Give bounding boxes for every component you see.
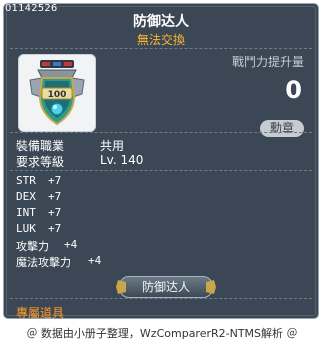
set-name-label: 防御达人 bbox=[141, 280, 190, 294]
divider bbox=[10, 170, 312, 171]
wing-ornament-icon bbox=[206, 280, 216, 294]
requirement-value: Lv. 140 bbox=[100, 153, 144, 167]
source-footer: ＠ 数据由小册子整理，WzComparerR2-NTMS解析 ＠ bbox=[26, 327, 298, 340]
requirement-label: 要求等級 bbox=[16, 155, 65, 169]
stat-value: +7 bbox=[48, 222, 62, 235]
divider bbox=[10, 298, 312, 299]
divider bbox=[10, 48, 312, 49]
item-name: 防御达人 bbox=[133, 14, 189, 30]
wing-ornament-icon bbox=[116, 280, 126, 294]
stat-value: +4 bbox=[88, 254, 102, 267]
medal-badge: 勳章 bbox=[260, 120, 304, 137]
stat-label: INT bbox=[16, 206, 36, 219]
stat-value: +4 bbox=[64, 238, 78, 251]
item-icon-frame: 100 bbox=[18, 54, 96, 132]
combat-power-value: 0 bbox=[285, 76, 302, 104]
defense-medal-icon: 100 bbox=[29, 60, 85, 126]
stat-label: DEX bbox=[16, 190, 36, 203]
requirement-label: 裝備職業 bbox=[16, 139, 65, 153]
trade-status: 無法交換 bbox=[136, 33, 185, 47]
divider bbox=[10, 132, 312, 133]
stat-label: 攻擊力 bbox=[16, 240, 49, 253]
combat-power-label: 戰鬥力提升量 bbox=[231, 55, 304, 69]
item-tooltip: 01142526 防御达人 無法交換 100 戰鬥力提升量 0 勳章 裝備職業 … bbox=[3, 3, 319, 320]
stat-label: LUK bbox=[16, 222, 36, 235]
stat-value: +7 bbox=[48, 190, 62, 203]
exclusive-item-label: 專屬道具 bbox=[16, 306, 65, 320]
medal-number: 100 bbox=[48, 90, 67, 100]
requirement-value: 共用 bbox=[100, 139, 125, 153]
stat-label: STR bbox=[16, 174, 36, 187]
set-name-button[interactable]: 防御达人 bbox=[116, 276, 216, 298]
stat-label: 魔法攻擊力 bbox=[16, 256, 71, 269]
stat-value: +7 bbox=[48, 206, 62, 219]
stat-value: +7 bbox=[48, 174, 62, 187]
